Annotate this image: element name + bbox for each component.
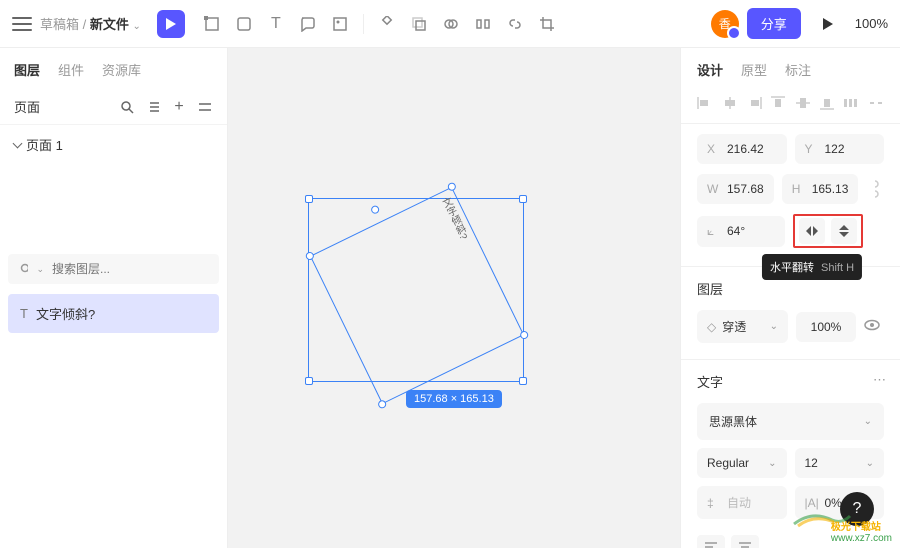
rectangle-tool-icon[interactable] <box>235 15 253 33</box>
comment-tool-icon[interactable] <box>299 15 317 33</box>
menu-icon[interactable] <box>12 17 32 31</box>
frame-tool-icon[interactable] <box>203 15 221 33</box>
search-icon <box>20 263 28 275</box>
align-row <box>681 89 900 124</box>
canvas[interactable]: 文字倾斜? 157.68 × 165.13 <box>228 48 680 548</box>
collapse-icon[interactable] <box>197 99 213 115</box>
opacity-field[interactable]: 100% <box>796 312 856 342</box>
avatar[interactable]: 香 <box>711 10 739 38</box>
constrain-icon[interactable] <box>866 174 884 204</box>
text-section-title: 文字 ⋯ <box>681 360 900 395</box>
tooltip: 水平翻转 Shift H <box>762 254 862 280</box>
crop-tool-icon[interactable] <box>538 15 556 33</box>
align-bottom-icon[interactable] <box>819 95 835 111</box>
line-height-icon: ‡ <box>707 496 721 510</box>
watermark: 极光下载站 www.xz7.com <box>831 518 892 544</box>
letter-spacing-icon: |A| <box>805 496 819 510</box>
present-icon[interactable] <box>819 15 837 33</box>
top-bar: 草稿箱 / 新文件 ⌄ T 香 分享 100% <box>0 0 900 48</box>
angle-field[interactable]: ⟀64° <box>697 216 785 247</box>
mask-tool-icon[interactable] <box>410 15 428 33</box>
breadcrumb-file: 新文件 <box>90 17 129 32</box>
text-options-icon[interactable]: ⋯ <box>873 372 886 388</box>
resize-handle[interactable] <box>305 195 313 203</box>
rotate-handle[interactable] <box>377 399 388 410</box>
zoom-level[interactable]: 100% <box>855 16 888 31</box>
visibility-icon[interactable] <box>864 319 884 334</box>
breadcrumb-folder: 草稿箱 <box>40 17 79 32</box>
layer-item-label: 文字倾斜? <box>36 304 95 323</box>
list-icon[interactable] <box>145 99 161 115</box>
align-right-icon[interactable] <box>746 95 762 111</box>
tab-annotate[interactable]: 标注 <box>785 60 811 79</box>
x-field[interactable]: X216.42 <box>697 134 787 164</box>
width-field[interactable]: W157.68 <box>697 174 774 204</box>
layer-search-input[interactable] <box>52 262 207 276</box>
move-tool[interactable] <box>157 10 185 38</box>
line-height-field[interactable]: ‡自动 <box>697 486 787 519</box>
left-panel: 图层 组件 资源库 页面 + 页面 1 ⌄ T 文字倾斜? <box>0 48 228 548</box>
align-top-icon[interactable] <box>770 95 786 111</box>
share-button[interactable]: 分享 <box>747 8 801 39</box>
font-family-field[interactable]: 思源黑体 ⌄ <box>697 403 884 440</box>
blend-mode-field[interactable]: ◇ 穿透 ⌄ <box>697 310 788 343</box>
image-tool-icon[interactable] <box>331 15 349 33</box>
distribute-v-icon[interactable] <box>868 95 884 111</box>
distribute-h-icon[interactable] <box>843 95 859 111</box>
link-tool-icon[interactable] <box>506 15 524 33</box>
resize-handle[interactable] <box>519 377 527 385</box>
flip-controls: 水平翻转 Shift H <box>793 214 863 248</box>
rotate-handle[interactable] <box>446 181 457 192</box>
flip-horizontal-button[interactable]: 水平翻转 Shift H <box>799 218 825 244</box>
tab-assets[interactable]: 资源库 <box>102 60 141 79</box>
search-icon[interactable] <box>119 99 135 115</box>
font-weight-field[interactable]: Regular⌄ <box>697 448 787 478</box>
tab-prototype[interactable]: 原型 <box>741 60 767 79</box>
toolbar: T <box>203 14 556 34</box>
chevron-down-icon[interactable]: ⌄ <box>133 21 141 32</box>
left-tabs: 图层 组件 资源库 <box>0 48 227 89</box>
resize-handle[interactable] <box>519 195 527 203</box>
chevron-down-icon: ⌄ <box>770 321 778 332</box>
auto-layout-icon[interactable] <box>474 15 492 33</box>
add-page-icon[interactable]: + <box>171 99 187 115</box>
blend-icon: ◇ <box>707 320 716 334</box>
page-item[interactable]: 页面 1 <box>0 125 227 164</box>
text-layer-icon: T <box>20 306 28 321</box>
flip-vertical-button[interactable] <box>831 218 857 244</box>
dimension-label: 157.68 × 165.13 <box>406 390 502 408</box>
height-field[interactable]: H165.13 <box>782 174 859 204</box>
angle-icon: ⟀ <box>707 224 721 239</box>
text-align-left-icon[interactable] <box>697 535 725 548</box>
text-align-center-icon[interactable] <box>731 535 759 548</box>
chevron-down-icon[interactable]: ⌄ <box>36 264 44 275</box>
boolean-tool-icon[interactable] <box>442 15 460 33</box>
resize-handle[interactable] <box>305 377 313 385</box>
breadcrumb[interactable]: 草稿箱 / 新文件 ⌄ <box>40 14 141 33</box>
component-tool-icon[interactable] <box>378 15 396 33</box>
align-center-v-icon[interactable] <box>795 95 811 111</box>
font-size-field[interactable]: 12⌄ <box>795 448 885 478</box>
divider <box>363 14 364 34</box>
align-center-h-icon[interactable] <box>721 95 737 111</box>
tab-layers[interactable]: 图层 <box>14 60 40 79</box>
align-left-icon[interactable] <box>697 95 713 111</box>
y-field[interactable]: Y122 <box>795 134 885 164</box>
chevron-down-icon: ⌄ <box>864 416 872 427</box>
layer-search: ⌄ <box>8 254 219 284</box>
pages-header: 页面 + <box>0 89 227 125</box>
right-panel: 设计 原型 标注 X216.42 Y122 W157.68 H165.13 ⟀6… <box>680 48 900 548</box>
layer-item[interactable]: T 文字倾斜? <box>8 294 219 333</box>
right-tabs: 设计 原型 标注 <box>681 48 900 89</box>
tab-components[interactable]: 组件 <box>58 60 84 79</box>
tab-design[interactable]: 设计 <box>697 60 723 79</box>
pages-label: 页面 <box>14 97 109 116</box>
text-tool-icon[interactable]: T <box>267 15 285 33</box>
